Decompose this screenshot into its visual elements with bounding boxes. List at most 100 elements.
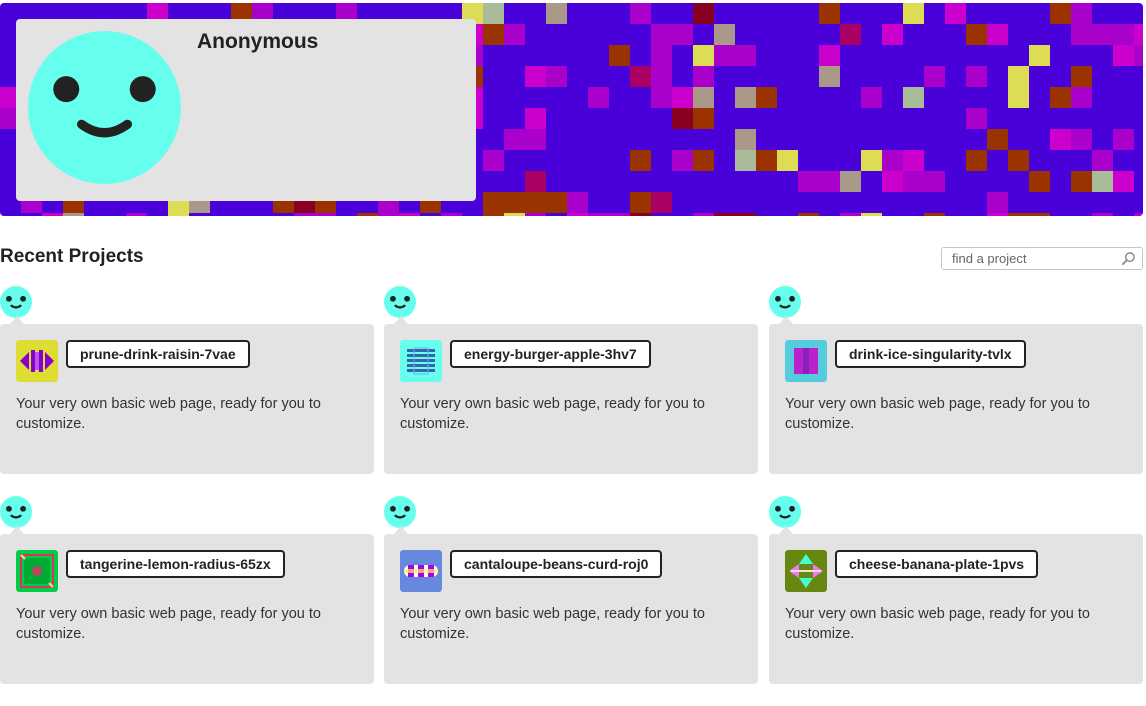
- banner-tile: [924, 66, 945, 87]
- banner-tile: [525, 66, 546, 87]
- project-name-button[interactable]: drink-ice-singularity-tvlx: [835, 340, 1026, 368]
- banner-tile: [588, 213, 609, 216]
- owner-avatar-icon[interactable]: [769, 286, 801, 318]
- banner-tile: [903, 150, 924, 171]
- project-name-button[interactable]: cheese-banana-plate-1pvs: [835, 550, 1039, 578]
- project-card[interactable]: energy-burger-apple-3hv7 Your very own ba…: [384, 316, 758, 474]
- search-icon[interactable]: [1121, 251, 1136, 266]
- banner-tile: [1071, 129, 1092, 150]
- project-description: Your very own basic web page, ready for …: [400, 606, 705, 642]
- banner-tile: [819, 45, 840, 66]
- banner-tile: [714, 45, 735, 66]
- banner-tile: [1029, 213, 1050, 216]
- owner-avatar-icon[interactable]: [0, 496, 32, 528]
- banner-tile: [483, 213, 504, 216]
- banner-tile: [546, 66, 567, 87]
- project-description: Your very own basic web page, ready for …: [16, 606, 321, 642]
- banner-tile: [987, 129, 1008, 150]
- project-avatar-icon[interactable]: [400, 550, 442, 592]
- banner-tile: [735, 129, 756, 150]
- project-item: cantaloupe-beans-curd-roj0 Your very own …: [384, 496, 758, 706]
- banner-tile: [987, 213, 1008, 216]
- user-avatar[interactable]: [28, 31, 181, 184]
- banner-tile: [588, 87, 609, 108]
- banner-tile: [693, 45, 714, 66]
- search-input[interactable]: [942, 248, 1122, 269]
- project-name-button[interactable]: tangerine-lemon-radius-65zx: [66, 550, 285, 578]
- project-name-button[interactable]: energy-burger-apple-3hv7: [450, 340, 651, 368]
- banner-tile: [1008, 150, 1029, 171]
- owner-avatar-icon[interactable]: [384, 496, 416, 528]
- owner-avatar-icon[interactable]: [0, 286, 32, 318]
- project-card[interactable]: tangerine-lemon-radius-65zx Your very own…: [0, 526, 374, 684]
- banner-tile: [672, 150, 693, 171]
- banner-tile: [819, 171, 840, 192]
- project-avatar-icon[interactable]: [400, 340, 442, 382]
- banner-tile: [693, 3, 714, 24]
- project-card[interactable]: drink-ice-singularity-tvlx Your very own …: [769, 316, 1143, 474]
- banner-tile: [546, 192, 567, 213]
- banner-tile: [840, 171, 861, 192]
- banner-tile: [777, 150, 798, 171]
- banner-tile: [840, 24, 861, 45]
- banner-tile: [651, 45, 672, 66]
- banner-tile: [1134, 213, 1143, 216]
- banner-tile: [693, 150, 714, 171]
- avatar-eye-icon: [129, 76, 156, 103]
- banner-tile: [819, 66, 840, 87]
- banner-tile: [441, 213, 462, 216]
- project-avatar-icon[interactable]: [16, 340, 58, 382]
- banner-tile: [525, 213, 546, 216]
- project-item: energy-burger-apple-3hv7 Your very own ba…: [384, 286, 758, 496]
- banner-tile: [630, 150, 651, 171]
- banner-tile: [735, 150, 756, 171]
- avatar-eye-icon: [53, 76, 80, 103]
- project-description: Your very own basic web page, ready for …: [16, 396, 321, 432]
- banner-tile: [294, 213, 315, 216]
- banner-tile: [567, 213, 588, 216]
- banner-tile: [672, 87, 693, 108]
- project-name-button[interactable]: cantaloupe-beans-curd-roj0: [450, 550, 663, 578]
- banner-tile: [525, 108, 546, 129]
- banner-tile: [504, 24, 525, 45]
- banner-tile: [1029, 45, 1050, 66]
- banner-tile: [756, 87, 777, 108]
- banner-tile: [840, 213, 861, 216]
- owner-avatar-icon[interactable]: [384, 286, 416, 318]
- project-search[interactable]: [941, 247, 1143, 270]
- project-card[interactable]: prune-drink-raisin-7vae Your very own bas…: [0, 316, 374, 474]
- banner-tile: [861, 150, 882, 171]
- banner-tile: [693, 66, 714, 87]
- banner-tile: [714, 24, 735, 45]
- banner-tile: [1050, 87, 1071, 108]
- project-avatar-icon[interactable]: [16, 550, 58, 592]
- banner-tile: [504, 213, 525, 216]
- banner-tile: [651, 66, 672, 87]
- banner-tile: [882, 150, 903, 171]
- project-item: prune-drink-raisin-7vae Your very own bas…: [0, 286, 374, 496]
- banner-tile: [672, 24, 693, 45]
- project-avatar-icon[interactable]: [785, 340, 827, 382]
- banner-tile: [882, 171, 903, 192]
- project-name-button[interactable]: prune-drink-raisin-7vae: [66, 340, 250, 368]
- banner-tile: [966, 150, 987, 171]
- banner-tile: [1071, 24, 1092, 45]
- banner-tile: [1008, 213, 1029, 216]
- banner-tile: [126, 213, 147, 216]
- banner-tile: [1050, 129, 1071, 150]
- banner-tile: [42, 213, 63, 216]
- banner-tile: [630, 192, 651, 213]
- banner-tile: [735, 213, 756, 216]
- banner-tile: [903, 171, 924, 192]
- project-card[interactable]: cantaloupe-beans-curd-roj0 Your very own …: [384, 526, 758, 684]
- banner-tile: [630, 3, 651, 24]
- banner-tile: [483, 192, 504, 213]
- banner-tile: [483, 3, 504, 24]
- project-card[interactable]: cheese-banana-plate-1pvs Your very own ba…: [769, 526, 1143, 684]
- owner-avatar-icon[interactable]: [769, 496, 801, 528]
- banner-tile: [525, 192, 546, 213]
- banner-tile: [1113, 24, 1134, 45]
- banner-tile: [861, 213, 882, 216]
- project-avatar-icon[interactable]: [785, 550, 827, 592]
- banner-tile: [1113, 129, 1134, 150]
